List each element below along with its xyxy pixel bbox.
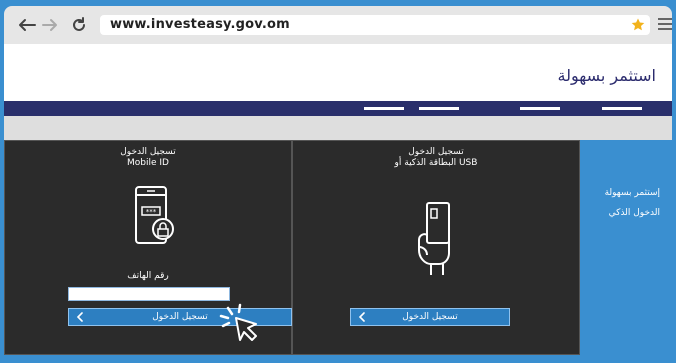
mobile-lock-icon: *** — [133, 185, 177, 253]
card-login-label: تسجيل الدخول — [402, 312, 458, 322]
address-bar[interactable]: www.investeasy.gov.om — [100, 15, 650, 35]
menu-icon[interactable] — [658, 18, 672, 32]
nav-item-2[interactable] — [419, 107, 459, 110]
back-arrow-icon — [19, 19, 36, 31]
url-text: www.investeasy.gov.om — [110, 17, 290, 32]
card-panel-title: تسجيل الدخول — [408, 147, 464, 157]
screen-frame: www.investeasy.gov.om استثمر بسهولة تسجي… — [0, 0, 676, 363]
site-title: استثمر بسهولة — [557, 66, 657, 85]
reload-button[interactable] — [68, 15, 90, 35]
svg-text:***: *** — [146, 208, 157, 216]
nav-item-3[interactable] — [520, 107, 560, 110]
star-icon[interactable] — [630, 17, 646, 33]
card-login-button[interactable]: تسجيل الدخول — [350, 308, 510, 326]
nav-item-4[interactable] — [602, 107, 642, 110]
phone-label: رقم الهاتف — [127, 271, 169, 281]
card-panel-subtitle: البطاقة الذكية أو USB — [394, 158, 478, 168]
sidebar: إستثمر بسهولة الدخول الذكي — [580, 140, 672, 355]
sidebar-item-smart-login[interactable]: الدخول الذكي — [609, 208, 660, 218]
mobile-panel-title: تسجيل الدخول — [120, 147, 176, 157]
phone-number-input[interactable] — [68, 287, 230, 301]
web-page: استثمر بسهولة تسجيل الدخول Mobile ID *** — [4, 44, 672, 355]
card-hand-icon — [413, 201, 459, 281]
main-navbar — [4, 101, 672, 116]
reload-icon — [73, 17, 85, 31]
bottom-frame — [0, 355, 676, 363]
sidebar-item-invest-easy[interactable]: إستثمر بسهولة — [605, 188, 660, 198]
forward-arrow-icon — [42, 19, 57, 31]
nav-item-1[interactable] — [364, 107, 404, 110]
mobile-panel-subtitle: Mobile ID — [127, 158, 169, 168]
forward-button[interactable] — [40, 15, 60, 35]
browser-toolbar: www.investeasy.gov.om — [4, 6, 672, 44]
subheader-band — [4, 116, 672, 140]
back-button[interactable] — [16, 15, 38, 35]
cursor-icon — [218, 302, 262, 350]
